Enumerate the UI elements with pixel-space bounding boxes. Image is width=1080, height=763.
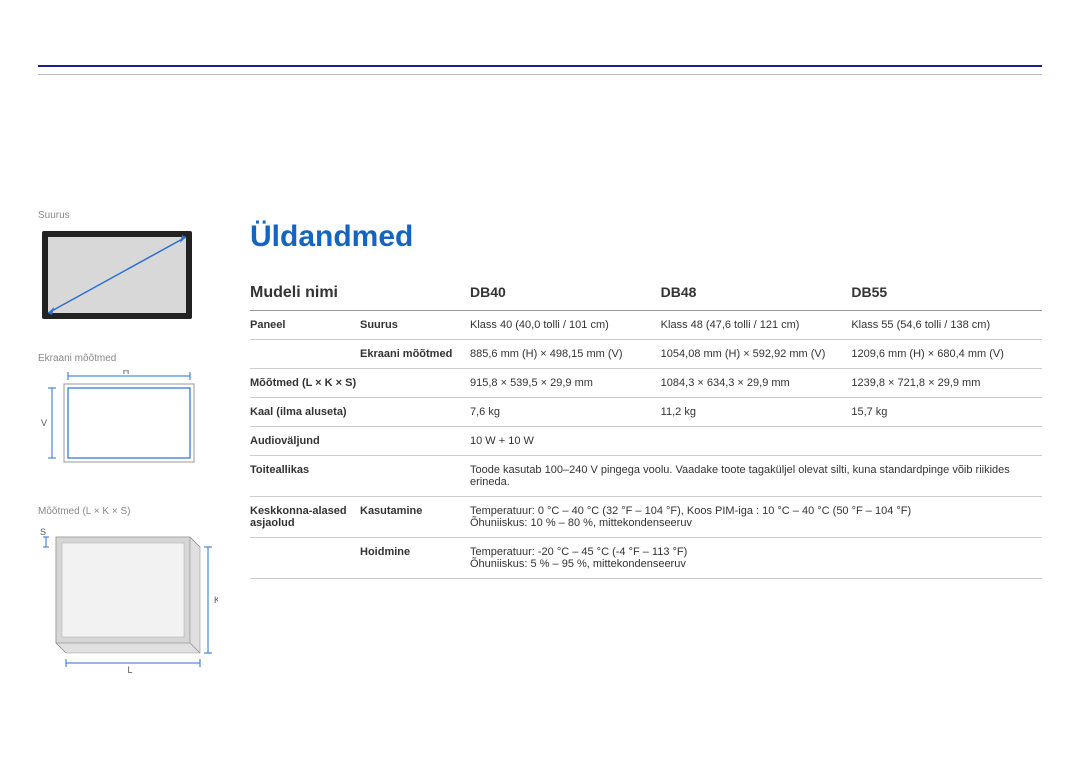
weight-label: Kaal (ilma aluseta): [250, 406, 360, 418]
store-val: Temperatuur: -20 °C – 45 °C (-4 °F – 113…: [470, 546, 1042, 570]
row-env-store: Hoidmine Temperatuur: -20 °C – 45 °C (-4…: [250, 538, 1042, 579]
screendims-diagram: Ekraani mõõtmed H V: [38, 353, 208, 480]
dim-V: V: [41, 418, 47, 428]
size-label: Suurus: [38, 210, 208, 221]
size-v3: Klass 55 (54,6 tolli / 138 cm): [851, 319, 1042, 331]
dim-K: K: [214, 595, 218, 605]
model-3: DB55: [851, 284, 1042, 300]
use-val: Temperatuur: 0 °C – 40 °C (32 °F – 104 °…: [470, 505, 1042, 529]
row-screendims: Ekraani mõõtmed 885,6 mm (H) × 498,15 mm…: [250, 340, 1042, 369]
row-audio: Audioväljund 10 W + 10 W: [250, 427, 1042, 456]
power-val: Toode kasutab 100–240 V pingega voolu. V…: [470, 464, 1042, 488]
size-sublabel: Suurus: [360, 319, 470, 331]
model-1: DB40: [470, 284, 661, 300]
row-env-use: Keskkonna-alased asjaolud Kasutamine Tem…: [250, 497, 1042, 538]
size-v1: Klass 40 (40,0 tolli / 101 cm): [470, 319, 661, 331]
size-diagram: Suurus: [38, 210, 208, 327]
model-name-label: Mudeli nimi: [250, 284, 360, 302]
dims-v2: 1084,3 × 634,3 × 29,9 mm: [661, 377, 852, 389]
row-weight: Kaal (ilma aluseta) 7,6 kg 11,2 kg 15,7 …: [250, 398, 1042, 427]
screendims-sublabel: Ekraani mõõtmed: [360, 348, 470, 360]
power-label: Toiteallikas: [250, 464, 360, 476]
dim-L: L: [127, 665, 132, 673]
header-row: Mudeli nimi DB40 DB48 DB55: [250, 276, 1042, 311]
use-label: Kasutamine: [360, 505, 470, 517]
lks-diagram: Mõõtmed (L × K × S) S K L: [38, 506, 208, 673]
model-2: DB48: [661, 284, 852, 300]
sd-v1: 885,6 mm (H) × 498,15 mm (V): [470, 348, 661, 360]
dim-S: S: [40, 527, 46, 537]
sd-v3: 1209,6 mm (H) × 680,4 mm (V): [851, 348, 1042, 360]
audio-val: 10 W + 10 W: [470, 435, 1042, 447]
screendims-label: Ekraani mõõtmed: [38, 353, 208, 364]
audio-label: Audioväljund: [250, 435, 360, 447]
weight-v1: 7,6 kg: [470, 406, 661, 418]
dims-label2: Mõõtmed (L × K × S): [250, 377, 360, 389]
diagram-sidebar: Suurus Ekraani mõõtmed H V Mõõtmed (L × …: [38, 210, 208, 699]
dims-v1: 915,8 × 539,5 × 29,9 mm: [470, 377, 661, 389]
weight-v3: 15,7 kg: [851, 406, 1042, 418]
spec-content: Üldandmed Mudeli nimi DB40 DB48 DB55 Pan…: [250, 220, 1042, 579]
store-label: Hoidmine: [360, 546, 470, 558]
lks-svg: S K L: [38, 523, 218, 673]
row-power: Toiteallikas Toode kasutab 100–240 V pin…: [250, 456, 1042, 497]
row-panel-size: Paneel Suurus Klass 40 (40,0 tolli / 101…: [250, 311, 1042, 340]
panel-label: Paneel: [250, 319, 360, 331]
size-svg: [38, 227, 198, 327]
size-v2: Klass 48 (47,6 tolli / 121 cm): [661, 319, 852, 331]
page-title: Üldandmed: [250, 220, 1042, 254]
sd-v2: 1054,08 mm (H) × 592,92 mm (V): [661, 348, 852, 360]
dim-H: H: [123, 370, 130, 376]
weight-v2: 11,2 kg: [661, 406, 852, 418]
top-divider: [38, 65, 1042, 75]
env-label: Keskkonna-alased asjaolud: [250, 505, 360, 529]
lks-label: Mõõtmed (L × K × S): [38, 506, 208, 517]
screendims-svg: H V: [38, 370, 208, 480]
row-dims: Mõõtmed (L × K × S) 915,8 × 539,5 × 29,9…: [250, 369, 1042, 398]
dims-v3: 1239,8 × 721,8 × 29,9 mm: [851, 377, 1042, 389]
